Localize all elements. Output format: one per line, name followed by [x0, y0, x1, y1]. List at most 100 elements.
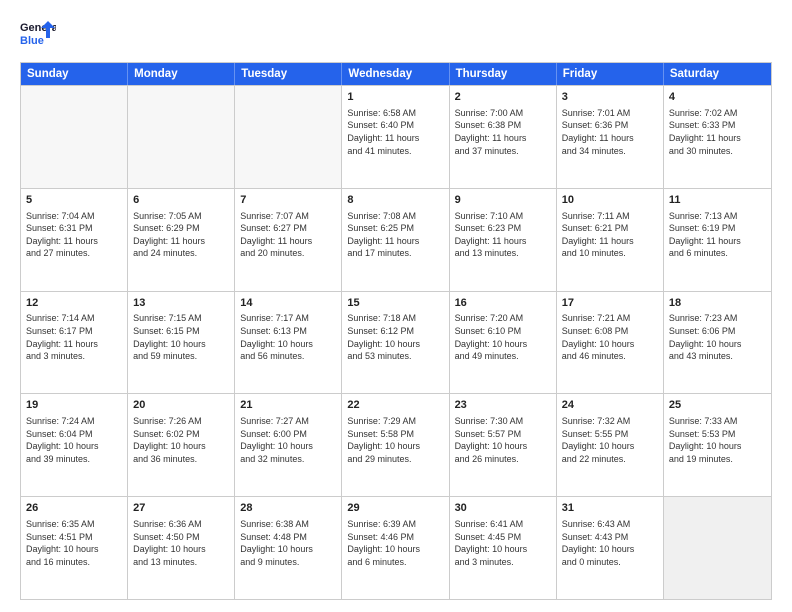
cell-info: Sunrise: 7:14 AM Sunset: 6:17 PM Dayligh…	[26, 312, 122, 362]
day-number: 19	[26, 398, 122, 413]
cell-info: Sunrise: 6:36 AM Sunset: 4:50 PM Dayligh…	[133, 518, 229, 568]
cal-cell: 17Sunrise: 7:21 AM Sunset: 6:08 PM Dayli…	[557, 292, 664, 394]
day-number: 15	[347, 296, 443, 311]
cal-cell	[128, 86, 235, 188]
cal-row-3: 19 Sunrise: 7:24 AM Sunset: 6:04 PM Dayli…	[21, 393, 771, 496]
day-number: 29	[347, 501, 443, 516]
cell-info: Sunrise: 7:02 AM Sunset: 6:33 PM Dayligh…	[669, 107, 766, 157]
cal-cell: 9 Sunrise: 7:10 AM Sunset: 6:23 PM Daylig…	[450, 189, 557, 291]
cal-cell: 25 Sunrise: 7:33 AM Sunset: 5:53 PM Dayli…	[664, 394, 771, 496]
svg-text:Blue: Blue	[20, 35, 44, 47]
day-header-wednesday: Wednesday	[342, 63, 449, 85]
cal-cell: 10Sunrise: 7:11 AM Sunset: 6:21 PM Dayli…	[557, 189, 664, 291]
cell-info: Sunrise: 7:20 AM Sunset: 6:10 PM Dayligh…	[455, 312, 551, 362]
cal-cell: 6 Sunrise: 7:05 AM Sunset: 6:29 PM Daylig…	[128, 189, 235, 291]
cell-info: Sunrise: 7:32 AM Sunset: 5:55 PM Dayligh…	[562, 415, 658, 465]
day-number: 24	[562, 398, 658, 413]
cell-info: Sunrise: 7:26 AM Sunset: 6:02 PM Dayligh…	[133, 415, 229, 465]
cell-info: Sunrise: 7:01 AM Sunset: 6:36 PM Dayligh…	[562, 107, 658, 157]
cal-cell: 22Sunrise: 7:29 AM Sunset: 5:58 PM Dayli…	[342, 394, 449, 496]
cal-cell	[21, 86, 128, 188]
cell-info: Sunrise: 7:21 AM Sunset: 6:08 PM Dayligh…	[562, 312, 658, 362]
day-number: 18	[669, 296, 766, 311]
cal-cell: 7 Sunrise: 7:07 AM Sunset: 6:27 PM Daylig…	[235, 189, 342, 291]
day-number: 11	[669, 193, 766, 208]
cal-cell: 26Sunrise: 6:35 AM Sunset: 4:51 PM Dayli…	[21, 497, 128, 599]
cell-info: Sunrise: 7:00 AM Sunset: 6:38 PM Dayligh…	[455, 107, 551, 157]
day-number: 30	[455, 501, 551, 516]
day-number: 12	[26, 296, 122, 311]
cal-row-4: 26Sunrise: 6:35 AM Sunset: 4:51 PM Dayli…	[21, 496, 771, 599]
day-number: 26	[26, 501, 122, 516]
cell-info: Sunrise: 7:07 AM Sunset: 6:27 PM Dayligh…	[240, 210, 336, 260]
logo-icon: GeneralBlue	[20, 16, 56, 52]
cal-cell: 19 Sunrise: 7:24 AM Sunset: 6:04 PM Dayli…	[21, 394, 128, 496]
cal-cell: 16Sunrise: 7:20 AM Sunset: 6:10 PM Dayli…	[450, 292, 557, 394]
cal-row-1: 5 Sunrise: 7:04 AM Sunset: 6:31 PM Daylig…	[21, 188, 771, 291]
cell-info: Sunrise: 6:43 AM Sunset: 4:43 PM Dayligh…	[562, 518, 658, 568]
day-number: 27	[133, 501, 229, 516]
cell-info: Sunrise: 7:08 AM Sunset: 6:25 PM Dayligh…	[347, 210, 443, 260]
cell-info: Sunrise: 7:11 AM Sunset: 6:21 PM Dayligh…	[562, 210, 658, 260]
day-header-sunday: Sunday	[21, 63, 128, 85]
calendar-body: 1 Sunrise: 6:58 AM Sunset: 6:40 PM Daylig…	[21, 85, 771, 599]
cell-info: Sunrise: 7:10 AM Sunset: 6:23 PM Dayligh…	[455, 210, 551, 260]
day-number: 25	[669, 398, 766, 413]
day-header-saturday: Saturday	[664, 63, 771, 85]
cell-info: Sunrise: 6:58 AM Sunset: 6:40 PM Dayligh…	[347, 107, 443, 157]
day-number: 17	[562, 296, 658, 311]
cell-info: Sunrise: 7:04 AM Sunset: 6:31 PM Dayligh…	[26, 210, 122, 260]
cal-cell: 23 Sunrise: 7:30 AM Sunset: 5:57 PM Dayli…	[450, 394, 557, 496]
day-number: 1	[347, 90, 443, 105]
page: GeneralBlue SundayMondayTuesdayWednesday…	[0, 0, 792, 612]
cal-cell: 24 Sunrise: 7:32 AM Sunset: 5:55 PM Dayli…	[557, 394, 664, 496]
day-header-monday: Monday	[128, 63, 235, 85]
day-number: 3	[562, 90, 658, 105]
cell-info: Sunrise: 6:38 AM Sunset: 4:48 PM Dayligh…	[240, 518, 336, 568]
cal-cell: 11Sunrise: 7:13 AM Sunset: 6:19 PM Dayli…	[664, 189, 771, 291]
day-number: 23	[455, 398, 551, 413]
cal-cell: 18Sunrise: 7:23 AM Sunset: 6:06 PM Dayli…	[664, 292, 771, 394]
day-header-friday: Friday	[557, 63, 664, 85]
cal-cell: 12Sunrise: 7:14 AM Sunset: 6:17 PM Dayli…	[21, 292, 128, 394]
cal-cell: 20 Sunrise: 7:26 AM Sunset: 6:02 PM Dayli…	[128, 394, 235, 496]
day-number: 9	[455, 193, 551, 208]
cell-info: Sunrise: 7:15 AM Sunset: 6:15 PM Dayligh…	[133, 312, 229, 362]
cal-cell: 5 Sunrise: 7:04 AM Sunset: 6:31 PM Daylig…	[21, 189, 128, 291]
cell-info: Sunrise: 7:05 AM Sunset: 6:29 PM Dayligh…	[133, 210, 229, 260]
cell-info: Sunrise: 7:27 AM Sunset: 6:00 PM Dayligh…	[240, 415, 336, 465]
day-number: 8	[347, 193, 443, 208]
cal-row-0: 1 Sunrise: 6:58 AM Sunset: 6:40 PM Daylig…	[21, 85, 771, 188]
cell-info: Sunrise: 7:24 AM Sunset: 6:04 PM Dayligh…	[26, 415, 122, 465]
cal-cell: 21 Sunrise: 7:27 AM Sunset: 6:00 PM Dayli…	[235, 394, 342, 496]
day-number: 21	[240, 398, 336, 413]
day-number: 20	[133, 398, 229, 413]
calendar: SundayMondayTuesdayWednesdayThursdayFrid…	[20, 62, 772, 600]
cell-info: Sunrise: 7:30 AM Sunset: 5:57 PM Dayligh…	[455, 415, 551, 465]
day-number: 6	[133, 193, 229, 208]
cell-info: Sunrise: 7:33 AM Sunset: 5:53 PM Dayligh…	[669, 415, 766, 465]
cal-cell: 29 Sunrise: 6:39 AM Sunset: 4:46 PM Dayli…	[342, 497, 449, 599]
cal-cell: 28 Sunrise: 6:38 AM Sunset: 4:48 PM Dayli…	[235, 497, 342, 599]
day-number: 7	[240, 193, 336, 208]
cell-info: Sunrise: 6:41 AM Sunset: 4:45 PM Dayligh…	[455, 518, 551, 568]
header: GeneralBlue	[20, 16, 772, 52]
cal-row-2: 12Sunrise: 7:14 AM Sunset: 6:17 PM Dayli…	[21, 291, 771, 394]
cal-cell: 27 Sunrise: 6:36 AM Sunset: 4:50 PM Dayli…	[128, 497, 235, 599]
day-number: 31	[562, 501, 658, 516]
day-number: 5	[26, 193, 122, 208]
cal-cell: 4Sunrise: 7:02 AM Sunset: 6:33 PM Daylig…	[664, 86, 771, 188]
cal-cell	[664, 497, 771, 599]
cal-cell: 14Sunrise: 7:17 AM Sunset: 6:13 PM Dayli…	[235, 292, 342, 394]
day-number: 16	[455, 296, 551, 311]
cal-cell: 31 Sunrise: 6:43 AM Sunset: 4:43 PM Dayli…	[557, 497, 664, 599]
cal-cell: 8 Sunrise: 7:08 AM Sunset: 6:25 PM Daylig…	[342, 189, 449, 291]
day-header-thursday: Thursday	[450, 63, 557, 85]
cal-cell: 1 Sunrise: 6:58 AM Sunset: 6:40 PM Daylig…	[342, 86, 449, 188]
cell-info: Sunrise: 7:29 AM Sunset: 5:58 PM Dayligh…	[347, 415, 443, 465]
day-number: 13	[133, 296, 229, 311]
day-number: 28	[240, 501, 336, 516]
cal-cell: 2Sunrise: 7:00 AM Sunset: 6:38 PM Daylig…	[450, 86, 557, 188]
cal-cell: 30 Sunrise: 6:41 AM Sunset: 4:45 PM Dayli…	[450, 497, 557, 599]
cell-info: Sunrise: 6:39 AM Sunset: 4:46 PM Dayligh…	[347, 518, 443, 568]
